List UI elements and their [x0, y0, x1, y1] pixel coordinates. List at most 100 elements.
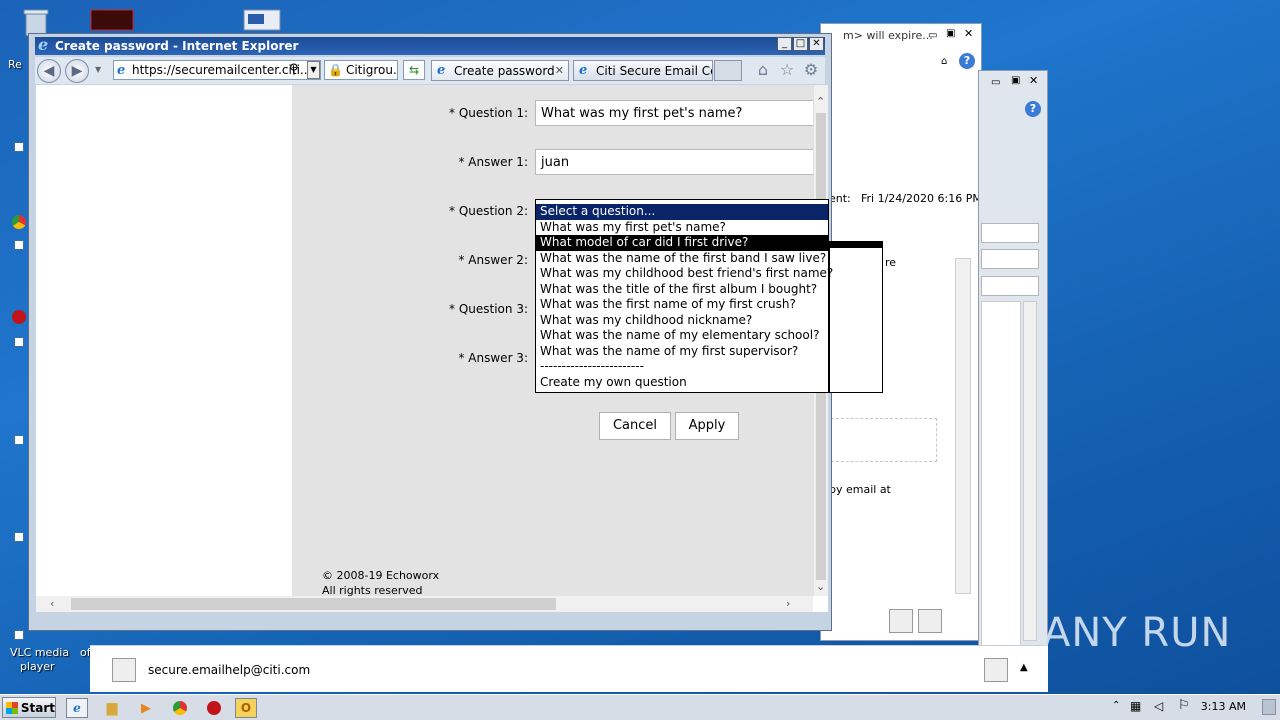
tab-page-icon: e	[579, 63, 588, 78]
taskbar: Start e ▆ ▶ O ⌃ ▦ ◁ ⚐ 3:13 AM	[0, 694, 1280, 720]
desktop-label-re: Re	[8, 58, 22, 71]
dropdown-option[interactable]: What was the name of my elementary schoo…	[536, 328, 828, 344]
navigation-toolbar: ◀ ▶ ▼ e https://securemailcenter.citi...…	[35, 57, 825, 84]
minimize-icon[interactable]: ▭	[991, 77, 1000, 88]
field-box[interactable]	[981, 276, 1039, 296]
minimize-icon[interactable]: ▭	[928, 30, 937, 41]
show-hidden-icons[interactable]: ⌃	[1112, 700, 1120, 711]
outlook-taskbar-icon[interactable]: O	[235, 698, 257, 718]
red-app-icon[interactable]	[90, 8, 134, 32]
dropdown-option[interactable]: What was the name of the first band I sa…	[536, 251, 828, 267]
dropdown-option[interactable]: What was the name of my first supervisor…	[536, 344, 828, 360]
refresh-button[interactable]: ⇆	[403, 60, 425, 80]
new-tab-button[interactable]	[714, 60, 742, 81]
scroll-down-icon[interactable]: ⌄	[816, 580, 825, 593]
message-body-fragment: re	[885, 256, 897, 269]
content-area	[981, 301, 1021, 681]
ie-taskbar-icon[interactable]: e	[66, 698, 88, 718]
media-player-icon[interactable]: ▶	[135, 698, 157, 718]
chrome-taskbar-icon[interactable]	[169, 698, 191, 718]
opera-taskbar-icon[interactable]	[203, 698, 225, 718]
sender-avatar-icon	[112, 658, 136, 682]
answer2-label: * Answer 2:	[458, 253, 528, 267]
word-document-icon[interactable]	[240, 8, 284, 32]
tab-create-password[interactable]: e Create password ✕	[431, 60, 569, 81]
help-icon[interactable]: ?	[959, 53, 975, 69]
search-icon[interactable]: ⚲	[289, 62, 299, 77]
chevron-up-icon[interactable]: ⌂	[941, 56, 947, 67]
message-body-fragment2: by email at	[829, 483, 891, 496]
show-desktop-button[interactable]	[1262, 699, 1276, 715]
scroll-right-icon[interactable]: ›	[786, 597, 790, 610]
start-label: Start	[20, 700, 55, 715]
horizontal-scrollbar[interactable]: ‹ ›	[36, 596, 813, 612]
contact-photo-icon[interactable]	[918, 609, 942, 633]
scroll-left-icon[interactable]: ‹	[50, 597, 54, 610]
security-report[interactable]: 🔒 Citigrou...	[324, 60, 398, 80]
maximize-icon[interactable]: ▣	[946, 28, 955, 39]
collapse-icon[interactable]: ▲	[1020, 662, 1028, 673]
question1-select[interactable]: What was my first pet's name?	[535, 100, 815, 126]
dropdown-option[interactable]: Create my own question	[536, 375, 828, 391]
windows-logo-icon	[6, 701, 18, 714]
field-box[interactable]	[981, 249, 1039, 269]
history-dropdown-icon[interactable]: ▼	[95, 65, 101, 74]
maximize-icon[interactable]: ▣	[1011, 75, 1020, 86]
vertical-scrollbar[interactable]	[1023, 301, 1037, 641]
contact-photo-icon[interactable]	[889, 609, 913, 633]
answer1-input[interactable]: juan	[535, 149, 815, 175]
question1-label: * Question 1:	[449, 106, 528, 120]
forward-button[interactable]: ▶	[65, 59, 89, 83]
tab-citi-secure-email[interactable]: e Citi Secure Email Ce...	[573, 60, 713, 81]
close-button[interactable]: ✕	[809, 37, 824, 51]
dropdown-option[interactable]: Select a question...	[536, 204, 828, 220]
action-center-flag-icon[interactable]: ⚐	[1178, 698, 1190, 713]
field-box[interactable]	[981, 223, 1039, 243]
dropdown-option[interactable]: What was the first name of my first crus…	[536, 297, 828, 313]
minimize-button[interactable]: _	[777, 37, 792, 51]
cancel-button[interactable]: Cancel	[599, 412, 671, 440]
favorites-star-icon[interactable]: ☆	[778, 61, 796, 79]
sender-bar: secure.emailhelp@citi.com ▲	[90, 645, 1048, 692]
close-icon[interactable]: ✕	[964, 27, 973, 40]
page-icon: e	[117, 63, 126, 78]
contact-avatar-icon[interactable]	[984, 658, 1008, 682]
reading-pane-scrollbar[interactable]	[955, 258, 971, 594]
window-titlebar[interactable]: e Create password - Internet Explorer	[35, 37, 825, 55]
opera-shortcut-icon[interactable]	[12, 310, 26, 324]
settings-gear-icon[interactable]: ⚙	[802, 61, 820, 79]
horizontal-scroll-thumb[interactable]	[71, 598, 556, 610]
dropdown-option[interactable]: ------------------------	[536, 359, 828, 375]
volume-icon[interactable]: ◁	[1154, 699, 1163, 713]
close-icon[interactable]: ✕	[1029, 74, 1038, 87]
security-label: Citigrou...	[345, 63, 397, 77]
copyright-line1: © 2008-19 Echoworx	[322, 569, 440, 582]
shortcut-arrow-icon	[14, 337, 24, 347]
apply-button[interactable]: Apply	[675, 412, 739, 440]
question3-label: * Question 3:	[449, 302, 528, 316]
question2-dropdown-list[interactable]: Select a question... What was my first pe…	[535, 199, 833, 393]
question2-label: * Question 2:	[449, 204, 528, 218]
clock[interactable]: 3:13 AM	[1201, 700, 1246, 713]
chrome-shortcut-icon[interactable]	[12, 215, 26, 229]
dropdown-option[interactable]: What was my childhood nickname?	[536, 313, 828, 329]
answer3-label: * Answer 3:	[458, 351, 528, 365]
maximize-button[interactable]: □	[793, 37, 808, 51]
dropdown-option[interactable]: What was my childhood best friend's firs…	[536, 266, 833, 282]
address-dropdown-icon[interactable]: ▼	[307, 61, 320, 79]
window-title: Create password - Internet Explorer	[55, 39, 299, 53]
dropdown-option[interactable]: What was the title of the first album I …	[536, 282, 828, 298]
home-icon[interactable]: ⌂	[754, 61, 772, 79]
network-icon[interactable]: ▦	[1130, 699, 1141, 713]
dropdown-option[interactable]: What model of car did I first drive?	[536, 235, 828, 251]
start-button[interactable]: Start	[2, 697, 56, 718]
dropdown-option[interactable]: What was my first pet's name?	[536, 220, 828, 236]
explorer-folder-icon[interactable]: ▆	[101, 698, 123, 718]
scroll-up-icon[interactable]: ⌃	[816, 95, 825, 108]
sent-label: ent:	[829, 192, 851, 205]
back-button[interactable]: ◀	[37, 59, 61, 83]
help-icon[interactable]: ?	[1025, 101, 1041, 117]
outlook-secondary-window: ▭ ▣ ✕ ?	[978, 70, 1048, 690]
sender-email[interactable]: secure.emailhelp@citi.com	[148, 663, 310, 677]
close-tab-icon[interactable]: ✕	[555, 64, 564, 77]
